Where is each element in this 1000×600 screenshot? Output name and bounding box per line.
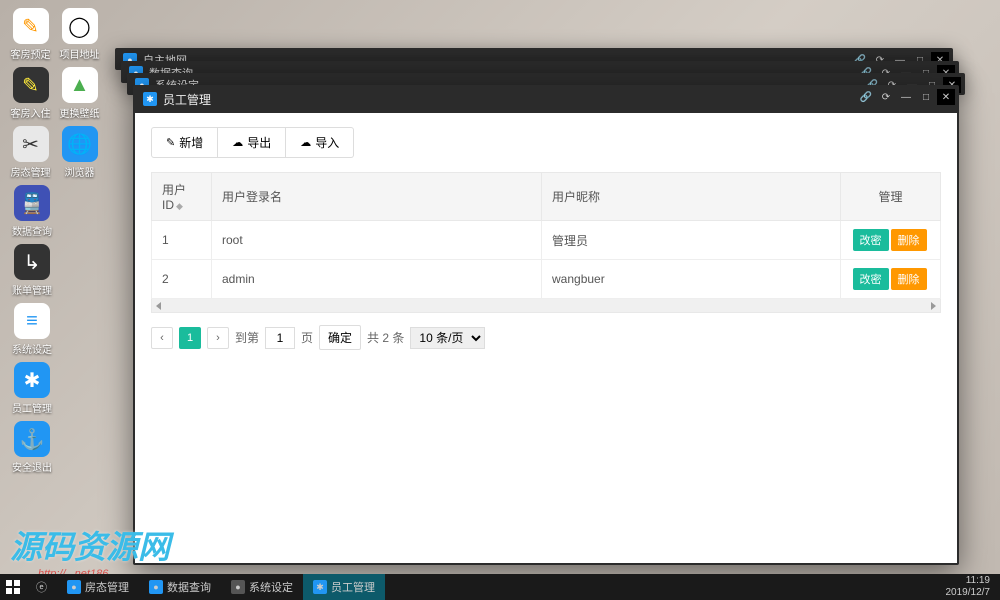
- edit-icon: ✎: [166, 136, 175, 149]
- sort-icon: ◆: [176, 201, 183, 211]
- app-icon: ●: [67, 580, 81, 594]
- desktop-icon-booking[interactable]: ✎客房预定: [8, 8, 53, 61]
- desktop-icon-staff[interactable]: ✱员工管理: [8, 362, 56, 415]
- desktop-icon-checkin[interactable]: ✎客房入住: [8, 67, 53, 120]
- minimize-icon[interactable]: —: [897, 89, 915, 105]
- col-id[interactable]: 用户ID◆: [152, 173, 212, 221]
- desktop-icon-project[interactable]: ◯项目地址: [57, 8, 102, 61]
- scissors-icon: ✂: [13, 126, 49, 162]
- maximize-icon[interactable]: □: [917, 89, 935, 105]
- toolbar: ✎新增 ☁导出 ☁导入: [151, 127, 941, 158]
- github-icon: ◯: [62, 8, 98, 44]
- taskbar-item-system[interactable]: ●系统设定: [221, 574, 303, 600]
- col-login: 用户登录名: [212, 173, 542, 221]
- download-icon: ☁: [232, 136, 243, 149]
- per-page-select[interactable]: 10 条/页: [410, 327, 485, 349]
- delete-button[interactable]: 删除: [891, 229, 927, 251]
- axis-icon: ↳: [14, 244, 50, 280]
- delete-button[interactable]: 删除: [891, 268, 927, 290]
- note-icon: ✎: [13, 8, 49, 44]
- next-page-button[interactable]: ›: [207, 327, 229, 349]
- window-staff-management: ✱ 员工管理 🔗 ⟳ — □ ✕ ✎新增 ☁导出 ☁导入 用户ID◆ 用户登录名…: [133, 85, 959, 565]
- desktop-icon-rooms[interactable]: ✂房态管理: [8, 126, 53, 179]
- window-icon: ✱: [143, 92, 157, 106]
- close-icon[interactable]: ✕: [937, 89, 955, 105]
- goto-page-input[interactable]: [265, 327, 295, 349]
- desktop-icon-system[interactable]: ≡系统设定: [8, 303, 56, 356]
- col-nick: 用户昵称: [542, 173, 841, 221]
- total-count: 共 2 条: [367, 329, 404, 346]
- refresh-icon[interactable]: ⟳: [877, 89, 895, 105]
- app-icon: ●: [149, 580, 163, 594]
- data-icon: 🚆: [14, 185, 50, 221]
- taskbar-item-staff[interactable]: ✱员工管理: [303, 574, 385, 600]
- settings-icon: ≡: [14, 303, 50, 339]
- link-icon[interactable]: 🔗: [857, 89, 875, 105]
- goto-confirm-button[interactable]: 确定: [319, 325, 361, 350]
- start-button[interactable]: [0, 574, 26, 600]
- edit-icon: ✎: [13, 67, 49, 103]
- app-icon: ✱: [313, 580, 327, 594]
- person-icon: ✱: [14, 362, 50, 398]
- taskbar-ie[interactable]: ⓔ: [26, 574, 57, 600]
- user-table: 用户ID◆ 用户登录名 用户昵称 管理 1 root 管理员 改密删除 2 ad…: [151, 172, 941, 299]
- image-icon: ▲: [62, 67, 98, 103]
- taskbar-clock[interactable]: 11:192019/12/7: [936, 575, 1000, 599]
- add-button[interactable]: ✎新增: [151, 127, 218, 158]
- globe-icon: 🌐: [62, 126, 98, 162]
- desktop-icon-query[interactable]: 🚆数据查询: [8, 185, 56, 238]
- desktop-icon-browser[interactable]: 🌐浏览器: [57, 126, 102, 179]
- desktop-icon-bills[interactable]: ↳账单管理: [8, 244, 56, 297]
- app-icon: ●: [231, 580, 245, 594]
- desktop-icon-wallpaper[interactable]: ▲更换壁纸: [57, 67, 102, 120]
- ie-icon: ⓔ: [36, 579, 47, 595]
- prev-page-button[interactable]: ‹: [151, 327, 173, 349]
- anchor-icon: ⚓: [14, 421, 50, 457]
- desktop-icon-logout[interactable]: ⚓安全退出: [8, 421, 56, 474]
- taskbar-item-query[interactable]: ●数据查询: [139, 574, 221, 600]
- col-manage: 管理: [841, 173, 941, 221]
- edit-password-button[interactable]: 改密: [853, 229, 889, 251]
- window-title: 员工管理: [163, 91, 211, 108]
- import-button[interactable]: ☁导入: [286, 127, 354, 158]
- taskbar: ⓔ ●房态管理 ●数据查询 ●系统设定 ✱员工管理 11:192019/12/7: [0, 574, 1000, 600]
- upload-icon: ☁: [300, 136, 311, 149]
- table-row: 1 root 管理员 改密删除: [152, 221, 941, 260]
- table-row: 2 admin wangbuer 改密删除: [152, 260, 941, 299]
- window-titlebar[interactable]: ✱ 员工管理 🔗 ⟳ — □ ✕: [133, 85, 959, 113]
- taskbar-item-rooms[interactable]: ●房态管理: [57, 574, 139, 600]
- edit-password-button[interactable]: 改密: [853, 268, 889, 290]
- desktop-icons: ✎客房预定 ◯项目地址 ✎客房入住 ▲更换壁纸 ✂房态管理 🌐浏览器 🚆数据查询…: [0, 0, 110, 488]
- window-body: ✎新增 ☁导出 ☁导入 用户ID◆ 用户登录名 用户昵称 管理 1 root 管…: [135, 113, 957, 563]
- horizontal-scrollbar[interactable]: [151, 299, 941, 313]
- pagination: ‹ 1 › 到第 页 确定 共 2 条 10 条/页: [151, 325, 941, 350]
- page-1-button[interactable]: 1: [179, 327, 201, 349]
- export-button[interactable]: ☁导出: [218, 127, 286, 158]
